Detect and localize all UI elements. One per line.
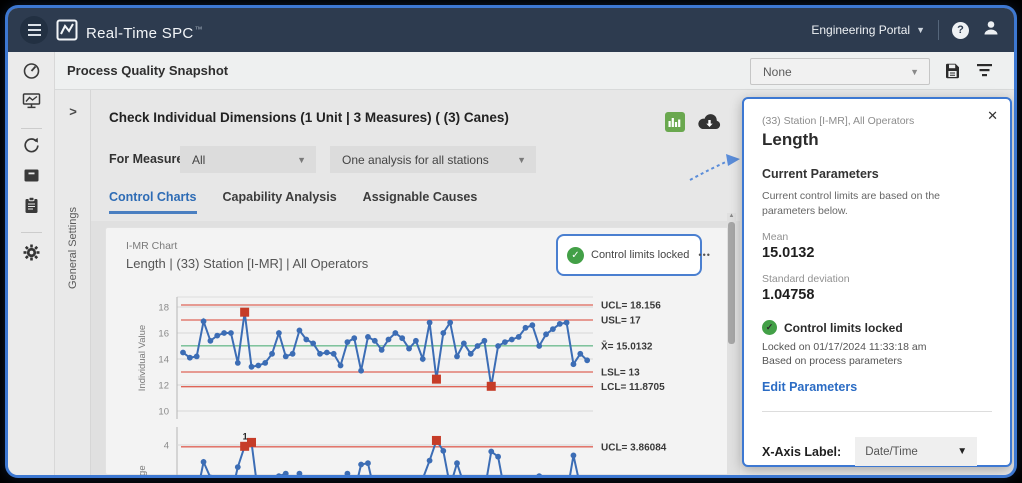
chevron-down-icon: ▼ <box>517 155 526 165</box>
lock-status: Control limits locked <box>784 321 903 335</box>
brand-name: Real-Time SPC™ <box>86 8 203 56</box>
chevron-down-icon: ▼ <box>910 67 919 77</box>
panel-subtitle: (33) Station [I-MR], All Operators <box>762 115 992 127</box>
svg-text:UCL= 18.156: UCL= 18.156 <box>601 300 661 311</box>
user-icon[interactable] <box>982 19 1000 41</box>
divider <box>762 411 992 412</box>
filter-icon[interactable] <box>976 63 993 83</box>
locked-on-text: Locked on 01/17/2024 11:33:18 am <box>762 341 992 353</box>
scrollbar-thumb[interactable] <box>728 222 735 344</box>
panel-title: Length <box>762 130 992 150</box>
general-settings-rail: > General Settings <box>55 90 91 475</box>
svg-text:16: 16 <box>158 329 169 340</box>
nav-rail <box>8 52 55 475</box>
settings-gear-icon[interactable] <box>22 243 41 267</box>
tab-assignable-causes[interactable]: Assignable Causes <box>363 190 478 214</box>
sync-icon[interactable] <box>22 136 41 160</box>
close-icon[interactable]: ✕ <box>987 108 998 124</box>
badge-menu-icon[interactable]: ••• <box>698 250 710 260</box>
check-icon: ✓ <box>567 247 584 264</box>
chart-title: Length | (33) Station [I-MR] | All Opera… <box>126 256 368 271</box>
analysis-mode-dropdown[interactable]: One analysis for all stations▼ <box>330 146 536 173</box>
general-settings-label: General Settings <box>67 206 79 290</box>
svg-text:Individual Value: Individual Value <box>137 325 148 391</box>
pointer-arrow <box>686 150 746 186</box>
svg-text:USL= 17: USL= 17 <box>601 316 641 327</box>
svg-text:10: 10 <box>158 407 169 418</box>
svg-text:UCL= 3.86084: UCL= 3.86084 <box>601 442 667 453</box>
archive-icon[interactable] <box>22 166 41 190</box>
page-title: Process Quality Snapshot <box>67 52 228 90</box>
divider <box>21 128 42 129</box>
svg-text:18: 18 <box>158 303 169 314</box>
current-parameters-heading: Current Parameters <box>762 167 992 181</box>
help-icon[interactable]: ? <box>952 22 969 39</box>
svg-text:12: 12 <box>158 381 169 392</box>
chevron-down-icon: ▼ <box>297 155 306 165</box>
check-icon: ✓ <box>762 320 777 335</box>
download-cloud-icon[interactable] <box>696 113 723 136</box>
stddev-label: Standard deviation <box>762 273 992 285</box>
chevron-down-icon: ▼ <box>916 25 925 35</box>
svg-text:Moving Range: Moving Range <box>137 465 148 475</box>
measure-dropdown[interactable]: All▼ <box>180 146 316 173</box>
dashboard-gauge-icon[interactable] <box>22 61 41 85</box>
app-window: Real-Time SPC™ Engineering Portal ▼ ? Pr… <box>8 8 1014 475</box>
expand-chevron-icon[interactable]: > <box>55 104 91 119</box>
lock-badge-label: Control limits locked <box>591 249 689 261</box>
xaxis-dropdown[interactable]: Date/Time ▼ <box>855 437 977 466</box>
vertical-scrollbar[interactable]: ▲ <box>727 213 736 475</box>
parameters-panel: ✕ (33) Station [I-MR], All Operators Len… <box>742 97 1012 467</box>
edit-parameters-link[interactable]: Edit Parameters <box>762 380 992 394</box>
tab-control-charts[interactable]: Control Charts <box>109 190 197 214</box>
svg-text:4: 4 <box>164 441 169 452</box>
mean-label: Mean <box>762 231 992 243</box>
save-icon[interactable] <box>944 62 961 84</box>
brand-logo-icon <box>56 19 78 46</box>
svg-text:LSL= 13: LSL= 13 <box>601 368 640 379</box>
clipboard-icon[interactable] <box>22 196 41 220</box>
tab-bar: Control Charts Capability Analysis Assig… <box>109 190 477 214</box>
svg-text:X̄= 15.0132: X̄= 15.0132 <box>601 340 653 352</box>
control-limits-locked-badge[interactable]: ✓ Control limits locked ••• <box>556 234 702 276</box>
top-navigation-bar: Real-Time SPC™ Engineering Portal ▼ ? <box>8 8 1014 52</box>
lock-basis-text: Based on process parameters <box>762 355 992 367</box>
svg-text:14: 14 <box>158 355 169 366</box>
svg-text:LCL= 11.8705: LCL= 11.8705 <box>601 382 665 393</box>
imr-chart-svg: 1816141210UCL= 18.156USL= 17LSL= 13LCL= … <box>101 291 729 475</box>
parameters-description: Current control limits are based on the … <box>762 189 962 219</box>
charts-monitor-icon[interactable] <box>22 91 41 115</box>
chart-type-label: I-MR Chart <box>126 240 177 252</box>
main-content: Check Individual Dimensions (1 Unit | 3 … <box>91 90 740 475</box>
chart-view-toggle-icon[interactable] <box>665 112 685 132</box>
trademark: ™ <box>195 25 203 34</box>
analysis-heading: Check Individual Dimensions (1 Unit | 3 … <box>109 110 509 125</box>
stddev-value: 1.04758 <box>762 287 992 303</box>
saved-view-dropdown[interactable]: None ▼ <box>750 58 930 85</box>
scroll-up-icon[interactable]: ▲ <box>727 213 736 219</box>
chevron-down-icon: ▼ <box>957 446 967 457</box>
divider <box>21 232 42 233</box>
svg-text:1: 1 <box>243 431 248 441</box>
menu-icon[interactable] <box>20 16 48 44</box>
portal-selector[interactable]: Engineering Portal ▼ <box>811 23 925 37</box>
xaxis-label: X-Axis Label: <box>762 445 841 459</box>
page-header: Process Quality Snapshot None ▼ <box>8 52 1014 90</box>
tab-capability-analysis[interactable]: Capability Analysis <box>223 190 337 214</box>
mean-value: 15.0132 <box>762 245 992 261</box>
divider <box>938 20 939 40</box>
for-measure-label: For Measure: <box>109 152 188 166</box>
